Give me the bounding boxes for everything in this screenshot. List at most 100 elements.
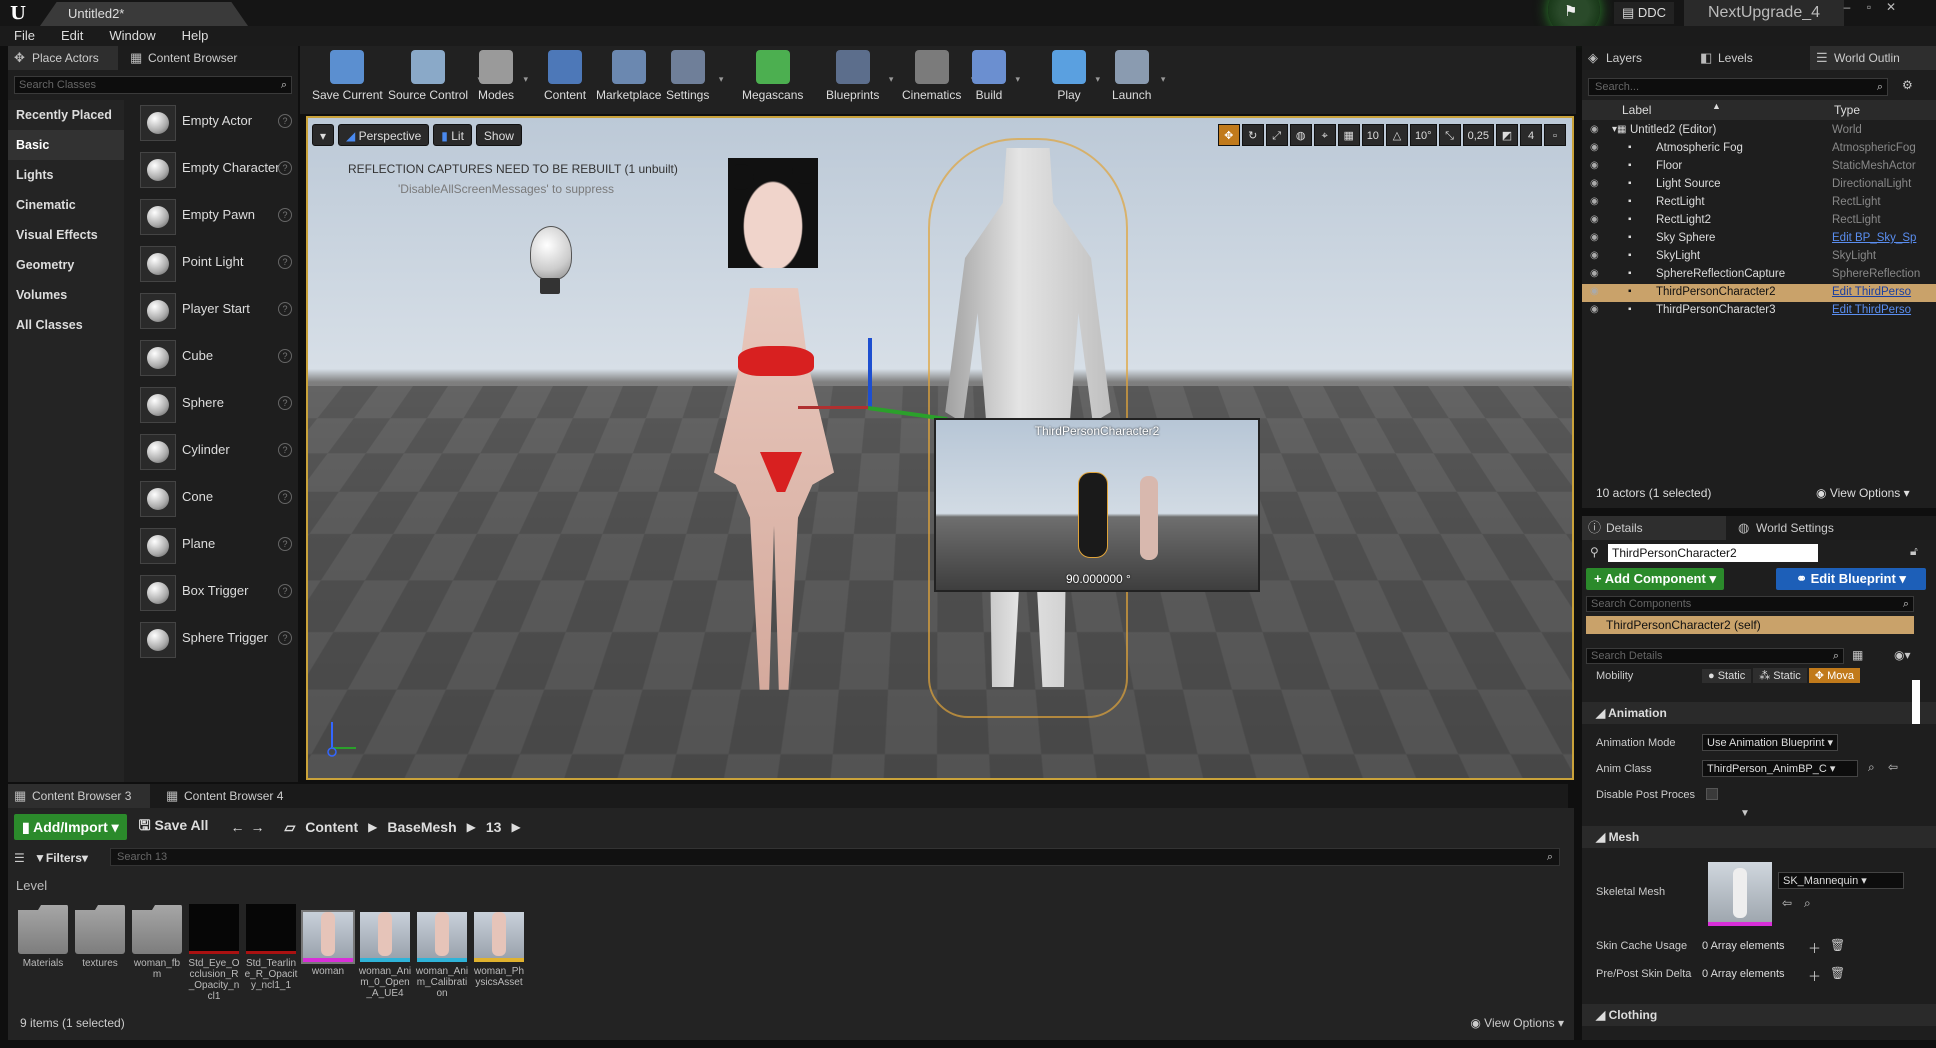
actor-item[interactable]: Player Start? [128,286,298,333]
add-element-icon[interactable]: ＋ [1808,966,1821,985]
actor-item[interactable]: Empty Pawn? [128,192,298,239]
menu-window[interactable]: Window [95,26,167,46]
tab-place-actors[interactable]: ✥ Place Actors [8,46,118,70]
add-import-button[interactable]: ▮ Add/Import ▾ [14,814,127,840]
actor-item[interactable]: Sphere Trigger? [128,615,298,662]
dropdown-arrow-icon[interactable]: ▾ [889,74,894,85]
category-item[interactable]: Recently Placed [8,100,124,130]
maximize-icon[interactable]: ▫ [1858,0,1880,14]
menu-edit[interactable]: Edit [47,26,95,46]
browse-icon[interactable]: ⌕ [1804,896,1811,911]
mobility-stationary[interactable]: ⁂ Static [1753,668,1807,683]
section-clothing[interactable]: ◢ Clothing [1582,1004,1936,1026]
outliner-row[interactable]: ◉ ▪ SkyLight SkyLight [1582,248,1936,266]
scale-snap-value[interactable]: 0,25 [1462,124,1494,146]
add-component-button[interactable]: + Add Component ▾ [1586,568,1724,590]
minimize-icon[interactable]: – [1836,0,1858,14]
level-viewport[interactable]: ▾ ◢ Perspective ▮ Lit Show ✥ ↻ ⤢ ◍ ⌖ ▦ 10 △ 10° ⤡ 0,2… [306,116,1574,780]
rotation-snap-icon[interactable]: △ [1385,124,1408,146]
dropdown-arrow-icon[interactable]: ▾ [524,74,529,85]
visibility-eye-icon[interactable]: ◉ [1590,124,1604,136]
tab-world-settings[interactable]: ◍ World Settings [1732,516,1872,540]
unreal-logo-icon[interactable]: U [6,2,30,24]
mobility-movable[interactable]: ✥ Mova [1808,668,1860,683]
help-icon[interactable]: ? [278,396,292,410]
asset-tile[interactable]: woman_Anim_0_Open_A_UE4 [358,904,412,999]
edit-blueprint-button[interactable]: ⚭ Edit Blueprint ▾ [1776,568,1926,590]
lit-button[interactable]: ▮ Lit [433,124,472,146]
skeletal-mesh-thumbnail[interactable] [1708,862,1772,926]
category-item[interactable]: Visual Effects [8,220,124,250]
point-light-icon[interactable] [530,226,572,280]
asset-tile[interactable]: woman_fbm [130,904,184,980]
translate-icon[interactable]: ✥ [1217,124,1240,146]
outliner-options-icon[interactable]: ⚙ [1902,78,1913,92]
tab-layers[interactable]: ◈ Layers [1582,46,1692,70]
expand-more-icon[interactable]: ▼ [1740,808,1750,819]
visibility-eye-icon[interactable]: ◉ [1590,268,1604,280]
back-arrow-icon[interactable]: ← [230,819,244,835]
dropdown-arrow-icon[interactable]: ▾ [719,74,724,85]
outliner-search-input[interactable]: Search... ⌕ [1588,78,1888,96]
property-matrix-icon[interactable]: ▦ [1852,648,1863,662]
maximize-viewport-icon[interactable]: ▫ [1544,124,1566,146]
actor-type[interactable]: Edit ThirdPerso [1832,304,1932,316]
camera-speed-value[interactable]: 4 [1520,124,1542,146]
actor-name-field[interactable]: ThirdPersonCharacter2 [1608,544,1818,562]
tab-details[interactable]: ⓘ Details [1582,516,1726,540]
actor-item[interactable]: Box Trigger? [128,568,298,615]
outliner-row[interactable]: ◉ ▪ ThirdPersonCharacter3 Edit ThirdPerso [1582,302,1936,320]
breadcrumb-chevron-icon[interactable]: ▶ [368,820,377,834]
content-button[interactable]: Content [544,50,586,102]
actor-item[interactable]: Sphere? [128,380,298,427]
forward-arrow-icon[interactable]: → [250,819,264,835]
category-item[interactable]: Cinematic [8,190,124,220]
asset-tile[interactable]: Std_Eye_Occlusion_R_Opacity_ncl1 [187,904,241,1002]
show-button[interactable]: Show [475,124,522,146]
document-tab[interactable]: Untitled2* [40,2,248,26]
animation-mode-select[interactable]: Use Animation Blueprint ▾ [1702,734,1838,751]
help-icon[interactable]: ? [278,349,292,363]
marketplace-button[interactable]: Marketplace [596,50,661,102]
actor-item[interactable]: Cone? [128,474,298,521]
tab-content-browser[interactable]: ▦ Content Browser [124,46,284,70]
col-label[interactable]: Label [1622,103,1651,117]
actor-item[interactable]: Plane? [128,521,298,568]
use-selected-icon[interactable]: ⇦ [1888,760,1898,774]
actor-item[interactable]: Empty Character? [128,145,298,192]
section-animation[interactable]: ◢ Animation [1582,702,1936,724]
category-item[interactable]: Basic [8,130,124,160]
actor-item[interactable]: Empty Actor? [128,98,298,145]
disable-post-process-checkbox[interactable] [1706,788,1718,800]
view-options-button[interactable]: ◉ View Options ▾ [1470,1016,1564,1030]
viewport-menu-button[interactable]: ▾ [312,124,335,146]
filters-button[interactable]: ▼Filters▾ [34,851,108,865]
grid-snap-icon[interactable]: ▦ [1337,124,1360,146]
visibility-eye-icon[interactable]: ◉ [1590,250,1604,262]
add-element-icon[interactable]: ＋ [1808,938,1821,957]
build-button[interactable]: Build ▾ [972,50,1020,102]
settings-button[interactable]: Settings ▾ [666,50,723,102]
save-all-button[interactable]: 🖫 Save All [139,815,209,839]
rotate-icon[interactable]: ↻ [1241,124,1264,146]
details-scrollbar[interactable] [1912,680,1920,724]
visibility-eye-icon[interactable]: ◉ [1590,142,1604,154]
category-item[interactable]: Lights [8,160,124,190]
outliner-row[interactable]: ◉ ▪ RectLight RectLight [1582,194,1936,212]
skeletal-mesh-select[interactable]: SK_Mannequin ▾ [1778,872,1904,889]
tab-levels[interactable]: ◧ Levels [1694,46,1804,70]
breadcrumb-content[interactable]: Content [305,819,358,835]
tab-world-outliner[interactable]: ☰ World Outlin [1810,46,1936,70]
visibility-eye-icon[interactable]: ◉▾ [1894,648,1911,662]
actor-type[interactable]: Edit BP_Sky_Sp [1832,232,1932,244]
lock-icon[interactable]: 🔓︎ [1910,544,1918,559]
menu-file[interactable]: File [0,26,47,46]
visibility-eye-icon[interactable]: ◉ [1590,286,1604,298]
outliner-row[interactable]: ◉ ▪ ThirdPersonCharacter2 Edit ThirdPerso [1582,284,1936,302]
asset-tile[interactable]: textures [73,904,127,969]
breadcrumb-13[interactable]: 13 [486,819,502,835]
asset-tile[interactable]: woman_PhysicsAsset [472,904,526,988]
tab-content-browser-3[interactable]: ▦ Content Browser 3 [8,784,150,808]
source-control-button[interactable]: Source Control▾ [388,50,482,102]
category-item[interactable]: Geometry [8,250,124,280]
